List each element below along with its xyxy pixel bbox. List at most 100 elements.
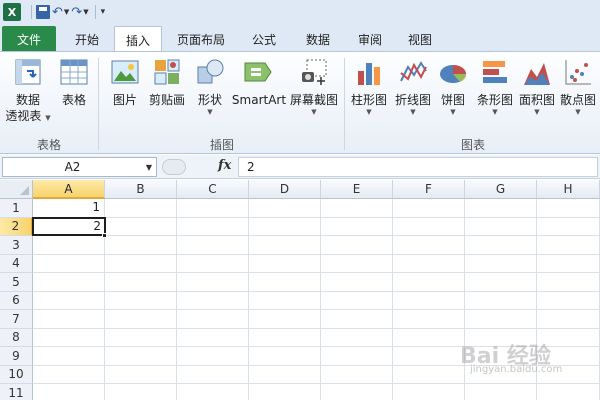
screenshot-button[interactable]: 屏幕截图 ▼ bbox=[288, 56, 340, 116]
excel-app-icon[interactable]: X bbox=[3, 3, 21, 21]
cell-a2[interactable]: 2 bbox=[32, 216, 106, 236]
cell-g4[interactable] bbox=[465, 254, 537, 273]
cell-b9[interactable] bbox=[105, 347, 177, 366]
cell-e3[interactable] bbox=[321, 236, 393, 255]
cell-d11[interactable] bbox=[249, 384, 321, 400]
column-header-d[interactable]: D bbox=[249, 180, 321, 199]
cell-a9[interactable] bbox=[33, 347, 105, 366]
tab-view[interactable]: 视图 bbox=[396, 26, 444, 52]
cell-b1[interactable] bbox=[105, 199, 177, 218]
cell-h7[interactable] bbox=[537, 310, 600, 329]
cell-c5[interactable] bbox=[177, 273, 249, 292]
cell-f4[interactable] bbox=[393, 254, 465, 273]
column-header-b[interactable]: B bbox=[105, 180, 177, 199]
pie-chart-button[interactable]: 饼图 ▼ bbox=[436, 56, 470, 116]
cell-a6[interactable] bbox=[33, 291, 105, 310]
cell-g7[interactable] bbox=[465, 310, 537, 329]
cell-e5[interactable] bbox=[321, 273, 393, 292]
cell-e6[interactable] bbox=[321, 291, 393, 310]
cell-b10[interactable] bbox=[105, 365, 177, 384]
row-header-3[interactable]: 3 bbox=[0, 236, 33, 255]
undo-button[interactable]: ↶ ▼ bbox=[52, 2, 69, 22]
cell-h3[interactable] bbox=[537, 236, 600, 255]
tab-review[interactable]: 审阅 bbox=[346, 26, 394, 52]
cell-b11[interactable] bbox=[105, 384, 177, 400]
cell-a1[interactable]: 1 bbox=[33, 199, 105, 218]
fill-handle[interactable] bbox=[102, 233, 107, 238]
tab-formulas[interactable]: 公式 bbox=[240, 26, 288, 52]
cell-d8[interactable] bbox=[249, 328, 321, 347]
cell-h6[interactable] bbox=[537, 291, 600, 310]
cell-f3[interactable] bbox=[393, 236, 465, 255]
cell-e11[interactable] bbox=[321, 384, 393, 400]
tab-data[interactable]: 数据 bbox=[294, 26, 342, 52]
smartart-button[interactable]: SmartArt bbox=[230, 56, 288, 108]
table-button[interactable]: 表格 bbox=[54, 56, 94, 108]
row-header-10[interactable]: 10 bbox=[0, 365, 33, 384]
shapes-button[interactable]: 形状 ▼ bbox=[192, 56, 228, 116]
cell-d6[interactable] bbox=[249, 291, 321, 310]
cell-e7[interactable] bbox=[321, 310, 393, 329]
cell-c6[interactable] bbox=[177, 291, 249, 310]
select-all-corner[interactable] bbox=[0, 180, 33, 199]
picture-button[interactable]: 图片 bbox=[106, 56, 144, 108]
cell-g2[interactable] bbox=[465, 217, 537, 236]
cell-h11[interactable] bbox=[537, 384, 600, 400]
cell-b7[interactable] bbox=[105, 310, 177, 329]
cell-b6[interactable] bbox=[105, 291, 177, 310]
row-header-5[interactable]: 5 bbox=[0, 273, 33, 292]
cell-a4[interactable] bbox=[33, 254, 105, 273]
redo-button[interactable]: ↷ ▼ bbox=[71, 2, 88, 22]
cell-f11[interactable] bbox=[393, 384, 465, 400]
cell-f10[interactable] bbox=[393, 365, 465, 384]
cell-e4[interactable] bbox=[321, 254, 393, 273]
formula-bar-resize-handle[interactable] bbox=[162, 159, 186, 175]
cell-c8[interactable] bbox=[177, 328, 249, 347]
cell-f6[interactable] bbox=[393, 291, 465, 310]
row-header-2[interactable]: 2 bbox=[0, 217, 33, 236]
cell-b3[interactable] bbox=[105, 236, 177, 255]
cell-e2[interactable] bbox=[321, 217, 393, 236]
cell-g1[interactable] bbox=[465, 199, 537, 218]
cell-d9[interactable] bbox=[249, 347, 321, 366]
insert-function-icon[interactable]: fx bbox=[218, 158, 231, 173]
cell-c10[interactable] bbox=[177, 365, 249, 384]
row-header-9[interactable]: 9 bbox=[0, 347, 33, 366]
bar-chart-button[interactable]: 条形图 ▼ bbox=[474, 56, 516, 116]
column-header-f[interactable]: F bbox=[393, 180, 465, 199]
cell-c11[interactable] bbox=[177, 384, 249, 400]
cell-a7[interactable] bbox=[33, 310, 105, 329]
cell-d10[interactable] bbox=[249, 365, 321, 384]
tab-page-layout[interactable]: 页面布局 bbox=[168, 26, 234, 52]
cell-c9[interactable] bbox=[177, 347, 249, 366]
cell-g11[interactable] bbox=[465, 384, 537, 400]
pivot-table-button[interactable]: 数据 透视表 ▼ bbox=[5, 56, 51, 124]
row-header-7[interactable]: 7 bbox=[0, 310, 33, 329]
column-header-g[interactable]: G bbox=[465, 180, 537, 199]
cell-f2[interactable] bbox=[393, 217, 465, 236]
column-header-a[interactable]: A bbox=[33, 180, 105, 199]
cell-b5[interactable] bbox=[105, 273, 177, 292]
cell-c3[interactable] bbox=[177, 236, 249, 255]
cell-d7[interactable] bbox=[249, 310, 321, 329]
name-box[interactable]: A2 ▼ bbox=[2, 157, 157, 177]
row-header-1[interactable]: 1 bbox=[0, 199, 33, 218]
tab-home[interactable]: 开始 bbox=[62, 26, 112, 52]
cell-f5[interactable] bbox=[393, 273, 465, 292]
cell-c1[interactable] bbox=[177, 199, 249, 218]
cell-f8[interactable] bbox=[393, 328, 465, 347]
cell-d5[interactable] bbox=[249, 273, 321, 292]
cell-a3[interactable] bbox=[33, 236, 105, 255]
cell-a10[interactable] bbox=[33, 365, 105, 384]
area-chart-button[interactable]: 面积图 ▼ bbox=[516, 56, 558, 116]
cell-h1[interactable] bbox=[537, 199, 600, 218]
cell-e9[interactable] bbox=[321, 347, 393, 366]
line-chart-button[interactable]: 折线图 ▼ bbox=[392, 56, 434, 116]
column-header-c[interactable]: C bbox=[177, 180, 249, 199]
chevron-down-icon[interactable]: ▼ bbox=[142, 163, 156, 172]
cell-f7[interactable] bbox=[393, 310, 465, 329]
column-header-h[interactable]: H bbox=[537, 180, 600, 199]
customize-qat-button[interactable]: ▾ bbox=[100, 2, 106, 22]
cell-g6[interactable] bbox=[465, 291, 537, 310]
cell-g5[interactable] bbox=[465, 273, 537, 292]
